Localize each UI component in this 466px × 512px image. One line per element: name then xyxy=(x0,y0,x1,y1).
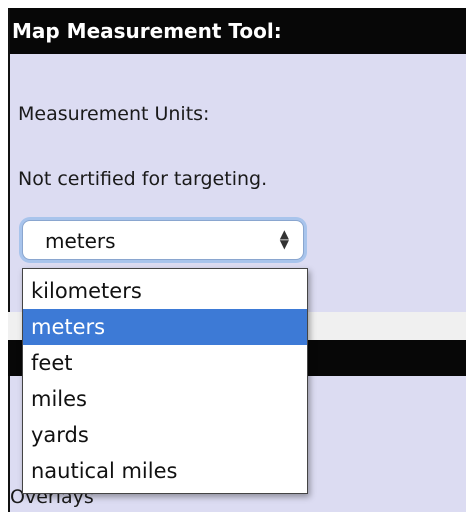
option-feet[interactable]: feet xyxy=(23,345,307,381)
units-label: Measurement Units: xyxy=(18,103,210,125)
option-miles[interactable]: miles xyxy=(23,381,307,417)
units-select-value: meters xyxy=(45,229,116,253)
up-down-arrows-icon[interactable]: ▲ ▼ xyxy=(279,228,289,251)
option-meters[interactable]: meters xyxy=(23,309,307,345)
panel-title: Map Measurement Tool: xyxy=(10,8,466,54)
option-yards[interactable]: yards xyxy=(23,417,307,453)
option-nautical-miles[interactable]: nautical miles xyxy=(23,453,307,489)
screen: Map Measurement Tool: Measurement Units:… xyxy=(0,0,466,512)
units-select[interactable]: meters ▲ ▼ xyxy=(22,220,304,260)
arrow-down-icon: ▼ xyxy=(279,237,289,251)
units-dropdown-list[interactable]: kilometers meters feet miles yards nauti… xyxy=(22,268,308,494)
certification-note: Not certified for targeting. xyxy=(18,168,268,190)
option-kilometers[interactable]: kilometers xyxy=(23,273,307,309)
